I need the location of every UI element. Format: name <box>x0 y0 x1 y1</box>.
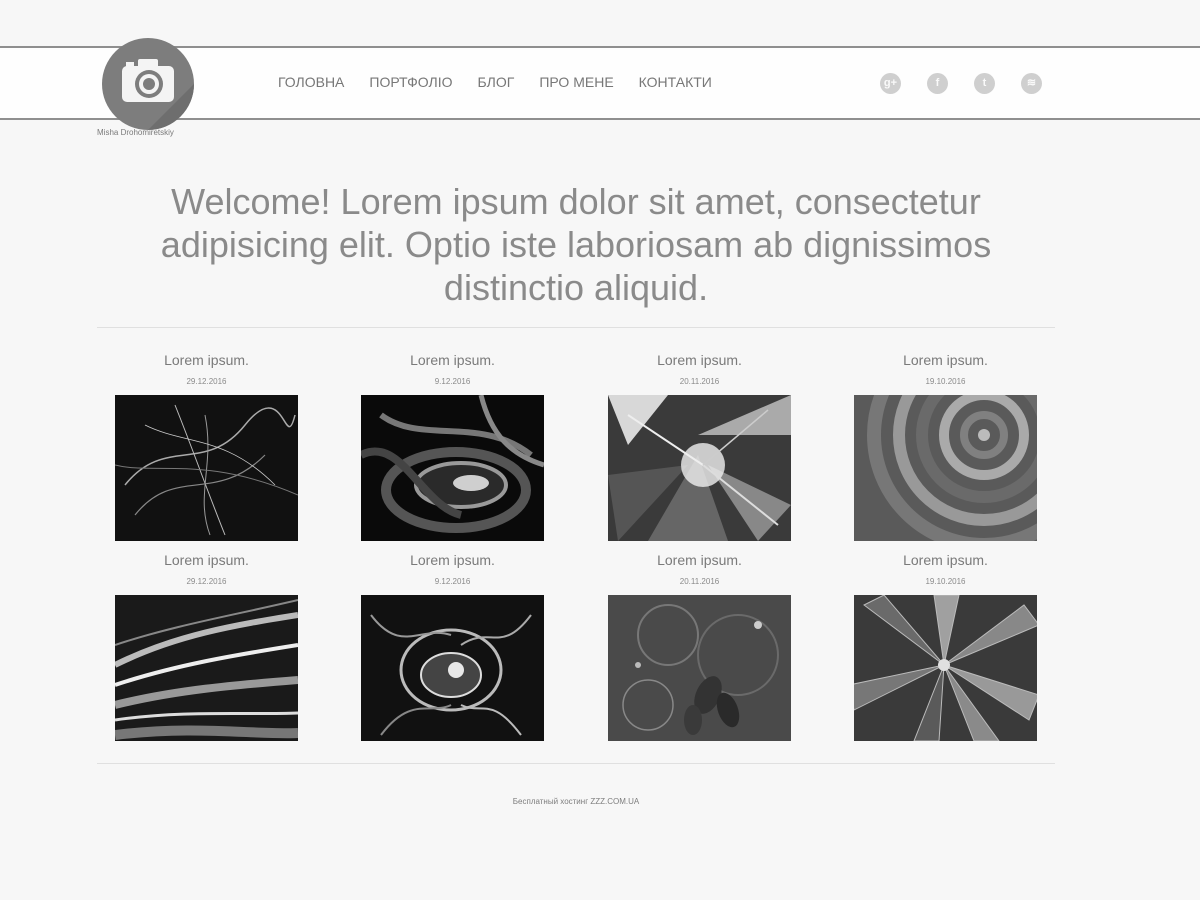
gallery-card[interactable]: Lorem ipsum. 9.12.2016 <box>361 551 544 741</box>
google-plus-icon[interactable]: g+ <box>880 73 901 94</box>
card-image[interactable] <box>854 395 1037 541</box>
brand-caption: Misha Drohomiretskiy <box>97 128 174 137</box>
card-title[interactable]: Lorem ipsum. <box>608 551 791 569</box>
card-date: 9.12.2016 <box>434 577 471 586</box>
card-date: 9.12.2016 <box>434 377 471 386</box>
card-title[interactable]: Lorem ipsum. <box>854 351 1037 369</box>
card-date: 19.10.2016 <box>925 377 966 386</box>
card-date: 19.10.2016 <box>925 577 966 586</box>
camera-icon <box>122 59 194 130</box>
gallery-card[interactable]: Lorem ipsum. 20.11.2016 <box>608 551 791 741</box>
card-date: 29.12.2016 <box>186 577 227 586</box>
divider-bottom <box>97 763 1055 764</box>
gallery-card[interactable]: Lorem ipsum. 9.12.2016 <box>361 351 544 541</box>
logo[interactable] <box>102 38 194 130</box>
card-image[interactable] <box>854 595 1037 741</box>
card-date: 20.11.2016 <box>679 377 720 386</box>
card-image[interactable] <box>361 595 544 741</box>
nav-item-contacts[interactable]: КОНТАКТИ <box>639 74 712 90</box>
card-title[interactable]: Lorem ipsum. <box>115 351 298 369</box>
card-title[interactable]: Lorem ipsum. <box>361 351 544 369</box>
divider-top <box>97 327 1055 328</box>
social-links: g+ f t ≋ <box>880 73 1068 94</box>
main-nav: ГОЛОВНА ПОРТФОЛІО БЛОГ ПРО МЕНЕ КОНТАКТИ <box>278 74 737 90</box>
footer-hosting-text: Бесплатный хостинг ZZZ.COM.UA <box>512 797 640 806</box>
card-title[interactable]: Lorem ipsum. <box>608 351 791 369</box>
card-date: 29.12.2016 <box>186 377 227 386</box>
card-image[interactable] <box>608 595 791 741</box>
facebook-icon[interactable]: f <box>927 73 948 94</box>
card-image[interactable] <box>608 395 791 541</box>
card-image[interactable] <box>115 595 298 741</box>
card-image[interactable] <box>115 395 298 541</box>
twitter-icon[interactable]: t <box>974 73 995 94</box>
card-title[interactable]: Lorem ipsum. <box>361 551 544 569</box>
card-title[interactable]: Lorem ipsum. <box>115 551 298 569</box>
card-title[interactable]: Lorem ipsum. <box>854 551 1037 569</box>
nav-item-blog[interactable]: БЛОГ <box>477 74 514 90</box>
nav-item-portfolio[interactable]: ПОРТФОЛІО <box>369 74 452 90</box>
gallery-card[interactable]: Lorem ipsum. 29.12.2016 <box>115 551 298 741</box>
gallery-card[interactable]: Lorem ipsum. 20.11.2016 <box>608 351 791 541</box>
nav-item-home[interactable]: ГОЛОВНА <box>278 74 344 90</box>
gallery-card[interactable]: Lorem ipsum. 29.12.2016 <box>115 351 298 541</box>
nav-item-about[interactable]: ПРО МЕНЕ <box>539 74 613 90</box>
welcome-heading: Welcome! Lorem ipsum dolor sit amet, con… <box>160 181 992 308</box>
card-image[interactable] <box>361 395 544 541</box>
card-date: 20.11.2016 <box>679 577 720 586</box>
gallery-card[interactable]: Lorem ipsum. 19.10.2016 <box>854 551 1037 741</box>
rss-icon[interactable]: ≋ <box>1021 73 1042 94</box>
gallery-card[interactable]: Lorem ipsum. 19.10.2016 <box>854 351 1037 541</box>
